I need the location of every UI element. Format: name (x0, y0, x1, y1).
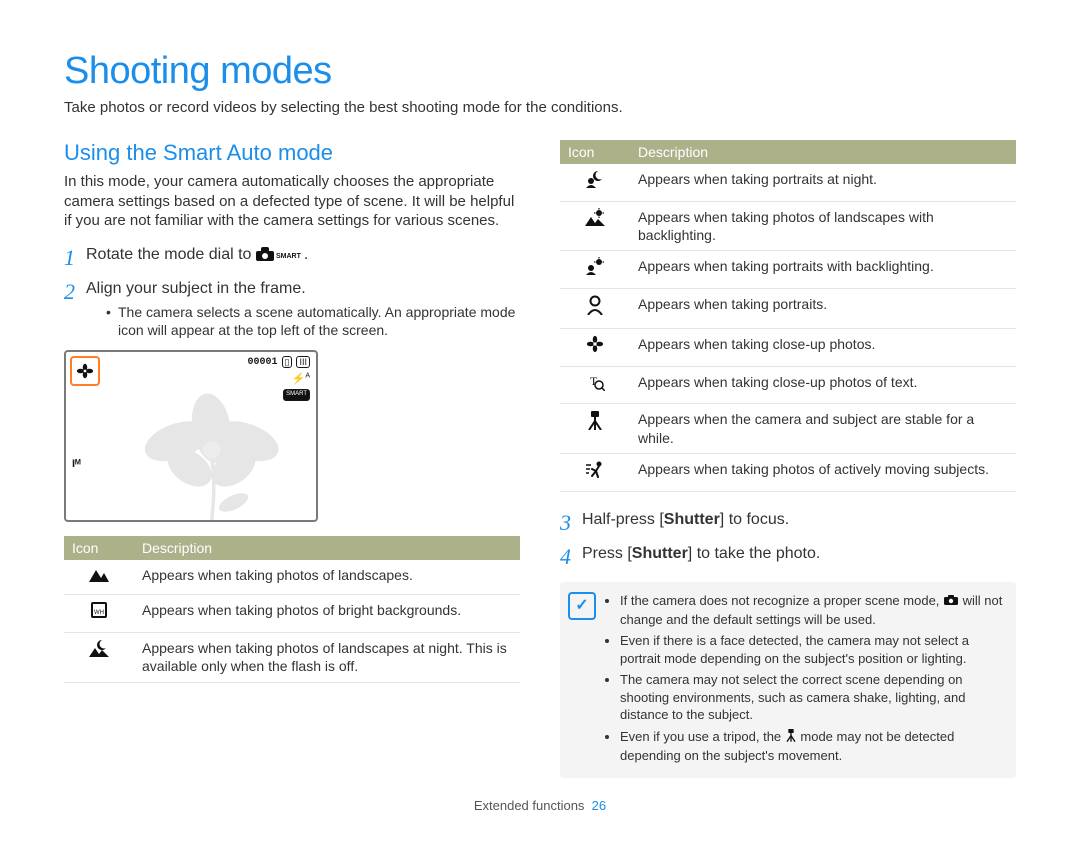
smart-mode-icon: SMART (256, 245, 304, 263)
row-desc: Appears when taking portraits at night. (630, 164, 1016, 201)
backlight-portrait-icon (560, 251, 630, 289)
row-desc: Appears when taking portraits. (630, 288, 1016, 328)
th-icon: Icon (560, 140, 630, 164)
step-2: 2 Align your subject in the frame. The c… (64, 279, 520, 340)
step-1-text-after: . (304, 246, 308, 263)
note-icon: ✓ (568, 592, 596, 620)
night-portrait-icon (560, 164, 630, 201)
landscape-icon (64, 560, 134, 595)
table-row: Appears when the camera and subject are … (560, 404, 1016, 453)
row-desc: Appears when taking close-up photos. (630, 328, 1016, 366)
backlight-landscape-icon (560, 201, 630, 250)
table-row: Appears when taking close-up photos. (560, 328, 1016, 366)
row-desc: Appears when the camera and subject are … (630, 404, 1016, 453)
tripod-icon (560, 404, 630, 453)
row-desc: Appears when taking photos of bright bac… (134, 595, 520, 633)
lcd-battery-icon: III (296, 356, 310, 369)
note-item: The camera may not select the correct sc… (620, 671, 1004, 724)
page-intro: Take photos or record videos by selectin… (64, 99, 1016, 116)
lcd-card-icon: ▯ (282, 356, 293, 369)
step-2-text: Align your subject in the frame. (86, 280, 306, 297)
th-desc: Description (630, 140, 1016, 164)
step-4-prefix: Press [ (582, 545, 632, 562)
portrait-icon (560, 288, 630, 328)
step-3: 3 Half-press [Shutter] to focus. (560, 510, 1016, 534)
note-item: Even if you use a tripod, the mode may n… (620, 728, 1004, 765)
table-row: Appears when taking photos of landscapes… (64, 633, 520, 682)
step-4: 4 Press [Shutter] to take the photo. (560, 544, 1016, 568)
table-row: WH Appears when taking photos of bright … (64, 595, 520, 633)
lcd-smart-icon: SMART (283, 389, 310, 400)
macro-flower-icon (560, 328, 630, 366)
page-title: Shooting modes (64, 50, 1016, 93)
step-1-text-before: Rotate the mode dial to (86, 246, 256, 263)
row-desc: Appears when taking photos of landscapes… (630, 201, 1016, 250)
step-number: 3 (560, 510, 582, 534)
note-item: Even if there is a face detected, the ca… (620, 632, 1004, 667)
table-row: Appears when taking portraits. (560, 288, 1016, 328)
step-4-bold: Shutter (632, 545, 688, 562)
svg-text:SMART: SMART (276, 253, 302, 260)
section-heading: Using the Smart Auto mode (64, 140, 520, 166)
th-desc: Description (134, 536, 520, 560)
macro-icon (70, 356, 100, 386)
action-icon (560, 453, 630, 491)
night-landscape-icon (64, 633, 134, 682)
table-row: Appears when taking photos of landscapes… (64, 560, 520, 595)
step-number: 4 (560, 544, 582, 568)
th-icon: Icon (64, 536, 134, 560)
page-footer: Extended functions 26 (64, 798, 1016, 813)
step-1: 1 Rotate the mode dial to SMART . (64, 245, 520, 269)
page-number: 26 (592, 798, 606, 813)
footer-label: Extended functions (474, 798, 585, 813)
row-desc: Appears when taking photos of actively m… (630, 453, 1016, 491)
svg-text:WH: WH (94, 610, 104, 616)
icon-table-right: Icon Description Appears when taking por… (560, 140, 1016, 492)
row-desc: Appears when taking photos of landscapes… (134, 633, 520, 682)
table-row: Appears when taking portraits with backl… (560, 251, 1016, 289)
smart-mode-icon (943, 592, 959, 611)
tripod-icon (785, 728, 797, 747)
icon-table-left: Icon Description Appears when taking pho… (64, 536, 520, 683)
step-number: 2 (64, 279, 86, 303)
row-desc: Appears when taking close-up photos of t… (630, 366, 1016, 404)
lcd-counter: 00001 (248, 357, 278, 368)
step-4-suffix: ] to take the photo. (688, 545, 821, 562)
flower-illustration (126, 380, 306, 520)
step-3-prefix: Half-press [ (582, 511, 664, 528)
table-row: T Appears when taking close-up photos of… (560, 366, 1016, 404)
row-desc: Appears when taking portraits with backl… (630, 251, 1016, 289)
lcd-metering-icon: Iᴹ (72, 458, 81, 470)
bright-bg-icon: WH (64, 595, 134, 633)
lcd-preview: 00001 ▯ III ⚡A SMART Iᴹ (64, 350, 318, 522)
step-3-bold: Shutter (664, 511, 720, 528)
note-box: ✓ If the camera does not recognize a pro… (560, 582, 1016, 779)
text-macro-icon: T (560, 366, 630, 404)
table-row: Appears when taking photos of landscapes… (560, 201, 1016, 250)
note-item: If the camera does not recognize a prope… (620, 592, 1004, 629)
row-desc: Appears when taking photos of landscapes… (134, 560, 520, 595)
table-row: Appears when taking photos of actively m… (560, 453, 1016, 491)
lcd-flash-icon: ⚡A (292, 372, 310, 385)
step-3-suffix: ] to focus. (720, 511, 789, 528)
table-row: Appears when taking portraits at night. (560, 164, 1016, 201)
step-2-bullet: The camera selects a scene automatically… (106, 303, 520, 339)
section-body: In this mode, your camera automatically … (64, 172, 520, 231)
step-number: 1 (64, 245, 86, 269)
